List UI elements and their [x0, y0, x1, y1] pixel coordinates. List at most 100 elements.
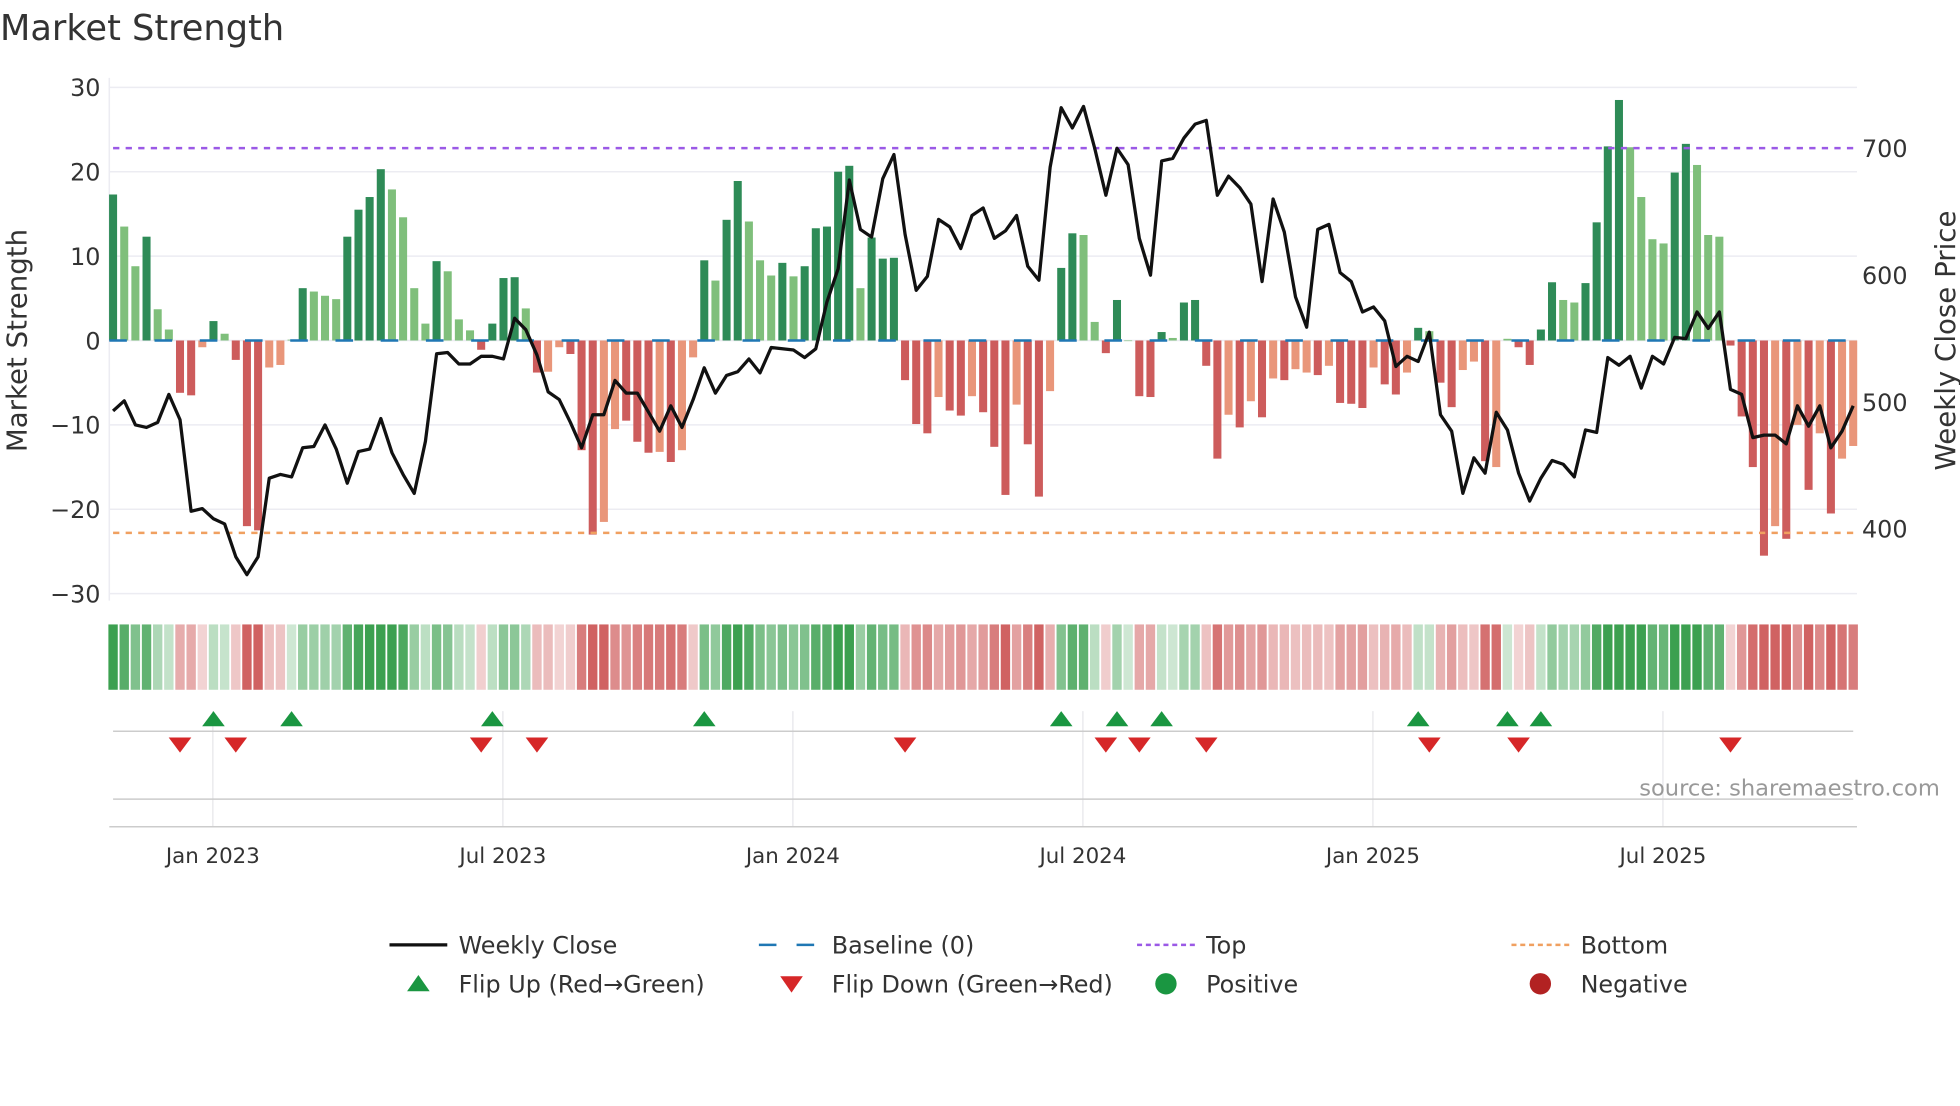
strength-bar [443, 271, 452, 341]
strength-strip-cell [197, 624, 207, 690]
strength-strip-cell [1346, 624, 1356, 690]
legend-item: Negative [1529, 971, 1688, 999]
strength-bar [789, 276, 798, 341]
strength-bar [1659, 243, 1668, 341]
strength-strip-cell [364, 624, 375, 690]
strength-bar [1023, 340, 1032, 445]
strength-strip-cell [1458, 624, 1468, 690]
strength-strip-cell [565, 624, 576, 690]
strength-strip-cell [866, 624, 877, 690]
strength-bar [588, 340, 597, 535]
strength-strip-cell [855, 624, 866, 690]
legend-label: Baseline (0) [832, 932, 975, 960]
strength-bar [1001, 340, 1010, 495]
strength-bar [878, 258, 887, 341]
strength-bar [142, 236, 151, 341]
strength-strip-cell [576, 624, 587, 690]
legend-label: Flip Down (Green→Red) [832, 971, 1113, 999]
strength-bar [633, 340, 642, 442]
strength-bar [1447, 340, 1456, 408]
flip-up-marker [692, 711, 716, 727]
strength-strip-cell [309, 624, 319, 690]
strength-strip-cell [443, 624, 453, 690]
legend-triangle-up-icon [407, 974, 430, 992]
strength-bar [1603, 146, 1612, 341]
strength-strip-cell [1123, 624, 1133, 690]
strength-strip-cell [799, 624, 810, 690]
strength-bar [778, 262, 787, 341]
strength-strip-cell [1424, 624, 1435, 690]
flip-up-marker [1105, 711, 1129, 727]
strength-bar [488, 323, 497, 341]
strength-bar [1626, 147, 1635, 341]
legend-label: Top [1205, 932, 1246, 960]
strength-bar [1670, 172, 1679, 341]
strength-strip-cell [1145, 624, 1156, 690]
strength-strip-cell [1067, 624, 1078, 690]
strength-strip-cell [320, 624, 330, 690]
strength-bar [1302, 340, 1311, 373]
strength-bar [1503, 338, 1512, 341]
strength-strip-cell [733, 624, 743, 690]
strength-bar [722, 219, 731, 341]
strength-bar [1592, 222, 1601, 341]
strength-bar [1090, 321, 1099, 341]
strength-bar [856, 288, 865, 341]
strength-strip-cell [1692, 624, 1702, 690]
strength-strip-cell [342, 624, 353, 690]
strength-bar [421, 323, 430, 341]
strength-strip-cell [621, 624, 631, 690]
strength-strip-cell [1034, 624, 1044, 690]
strength-strip-cell [1268, 624, 1278, 690]
strength-strip-cell [1837, 624, 1847, 690]
market-strength-chart: Market Strength 30 20 10 0 −10 −20 −30 700 600 50… [0, 8, 1960, 999]
y2-tick-label: 600 [1862, 262, 1908, 290]
flip-up-marker [481, 711, 504, 727]
strength-strip-cell [476, 624, 486, 690]
strength-bar [1804, 340, 1813, 490]
strength-bar [923, 340, 932, 434]
strength-strip-cell [721, 624, 732, 690]
strength-bar [153, 309, 162, 341]
strength-bar [1191, 299, 1200, 341]
legend-label: Negative [1581, 971, 1688, 999]
strength-strip-cell [376, 624, 386, 690]
legend-triangle-down-icon [780, 976, 803, 993]
strength-strip-cell [1391, 624, 1401, 690]
strength-strip-cell [454, 624, 464, 690]
y-tick-label: −10 [50, 412, 100, 440]
strength-strip-cell [989, 624, 999, 690]
strength-bar [1648, 239, 1657, 341]
strength-bar [867, 237, 876, 341]
strength-strip-cell [1324, 624, 1334, 690]
strength-strip-cell [353, 624, 364, 690]
strength-bar [711, 280, 720, 341]
flip-up-marker [1529, 711, 1553, 727]
x-tick-label: Jul 2025 [1618, 844, 1707, 869]
strength-bar [1826, 340, 1835, 514]
strength-strip-cell [532, 624, 542, 690]
strength-strip-cell [967, 624, 977, 690]
strength-strip-cell [1168, 624, 1178, 690]
strength-bar [1771, 340, 1780, 527]
y-tick-label: −30 [50, 580, 100, 608]
strength-bar [276, 340, 285, 365]
flip-up-marker [1406, 711, 1430, 727]
strength-bar [1726, 340, 1735, 346]
strength-strip-cell [253, 624, 263, 690]
strength-strip-cell [1223, 624, 1234, 690]
strength-strip-cell [498, 624, 509, 690]
strength-strip-cell [119, 624, 129, 690]
strength-bar [756, 260, 765, 341]
strength-strip-cell [398, 624, 408, 690]
strength-bar [1112, 299, 1122, 341]
strength-strip-cell [219, 624, 230, 690]
legend-label: Weekly Close [459, 932, 618, 960]
strength-strip-cell [1714, 624, 1725, 690]
strength-strip-cell [1246, 624, 1256, 690]
strength-strip-cell [1235, 624, 1245, 690]
flip-down-marker [1507, 737, 1530, 753]
strength-bar [120, 226, 129, 341]
strength-bar [990, 340, 999, 447]
strength-bar [811, 228, 820, 341]
